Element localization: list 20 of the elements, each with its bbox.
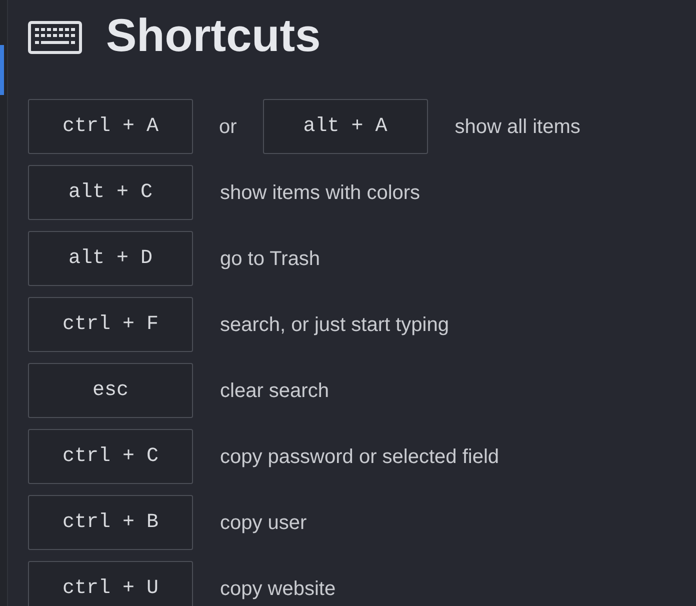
shortcut-description: copy password or selected field: [220, 444, 500, 470]
shortcut-key: ctrl + C: [28, 429, 193, 484]
shortcut-description: copy user: [220, 510, 307, 536]
shortcut-key: ctrl + U: [28, 561, 193, 606]
shortcut-key: esc: [28, 363, 193, 418]
shortcut-key: ctrl + A: [28, 99, 193, 154]
shortcut-description: copy website: [220, 576, 336, 602]
shortcut-description: clear search: [220, 378, 329, 404]
shortcut-description: go to Trash: [220, 246, 320, 272]
page-title: Shortcuts: [106, 12, 321, 58]
shortcut-description: show items with colors: [220, 180, 420, 206]
separator-text: or: [219, 114, 237, 140]
shortcut-description: show all items: [454, 114, 580, 140]
shortcut-key: alt + A: [262, 99, 428, 154]
shortcut-key: ctrl + B: [28, 495, 193, 550]
shortcut-key: alt + C: [28, 165, 193, 220]
shortcut-key: alt + D: [28, 231, 193, 286]
shortcut-description: search, or just start typing: [220, 312, 449, 338]
active-indicator: [0, 45, 4, 95]
shortcut-key: ctrl + F: [28, 297, 193, 352]
